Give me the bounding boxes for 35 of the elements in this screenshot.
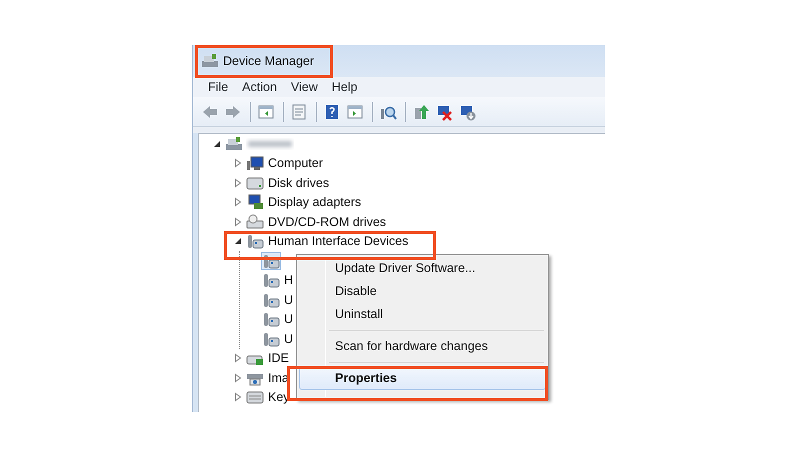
tree-item[interactable]: Disk drives [267, 174, 330, 191]
input-device-icon [262, 292, 280, 308]
menu-item[interactable]: Uninstall [299, 303, 546, 326]
optical-drive-icon [246, 214, 264, 230]
expander-icon[interactable] [233, 236, 243, 246]
tree-item[interactable]: U [283, 330, 294, 347]
tree-item[interactable]: H [283, 272, 294, 288]
menu-item[interactable]: Action [235, 78, 284, 96]
window-title: Device Manager [223, 52, 314, 70]
menu-item[interactable]: Disable [299, 280, 546, 303]
menu-item[interactable]: Help [324, 78, 364, 96]
tree-item[interactable]: Display adapters [267, 194, 362, 210]
menu-item[interactable]: Update Driver Software... [299, 257, 546, 280]
menu-item[interactable]: Scan for hardware changes [299, 335, 546, 358]
display-adapter-icon [246, 194, 264, 210]
tree-item[interactable]: Human Interface Devices [267, 233, 410, 250]
monitor-icon [246, 155, 264, 172]
menu-item[interactable]: View [284, 78, 325, 96]
menu-item[interactable]: File [201, 78, 236, 96]
keyboard-icon [246, 389, 264, 406]
update-driver-icon[interactable] [412, 102, 432, 120]
menu-item[interactable]: Properties [299, 367, 546, 390]
input-device-icon [246, 233, 264, 250]
tree-item[interactable]: U [283, 292, 294, 308]
tree-item[interactable]: IDE [267, 350, 290, 366]
computer-icon [225, 136, 243, 152]
input-device-icon [262, 311, 280, 328]
disk-drive-icon [246, 174, 264, 191]
input-device-icon [262, 330, 280, 347]
input-device-icon [262, 272, 280, 288]
expander-icon[interactable] [212, 138, 222, 149]
tree-item[interactable]: Computer [267, 155, 324, 172]
tree-item[interactable]: DVD/CD-ROM drives [267, 214, 388, 230]
tree-item[interactable]: U [283, 311, 294, 328]
device-manager-icon [201, 53, 219, 69]
